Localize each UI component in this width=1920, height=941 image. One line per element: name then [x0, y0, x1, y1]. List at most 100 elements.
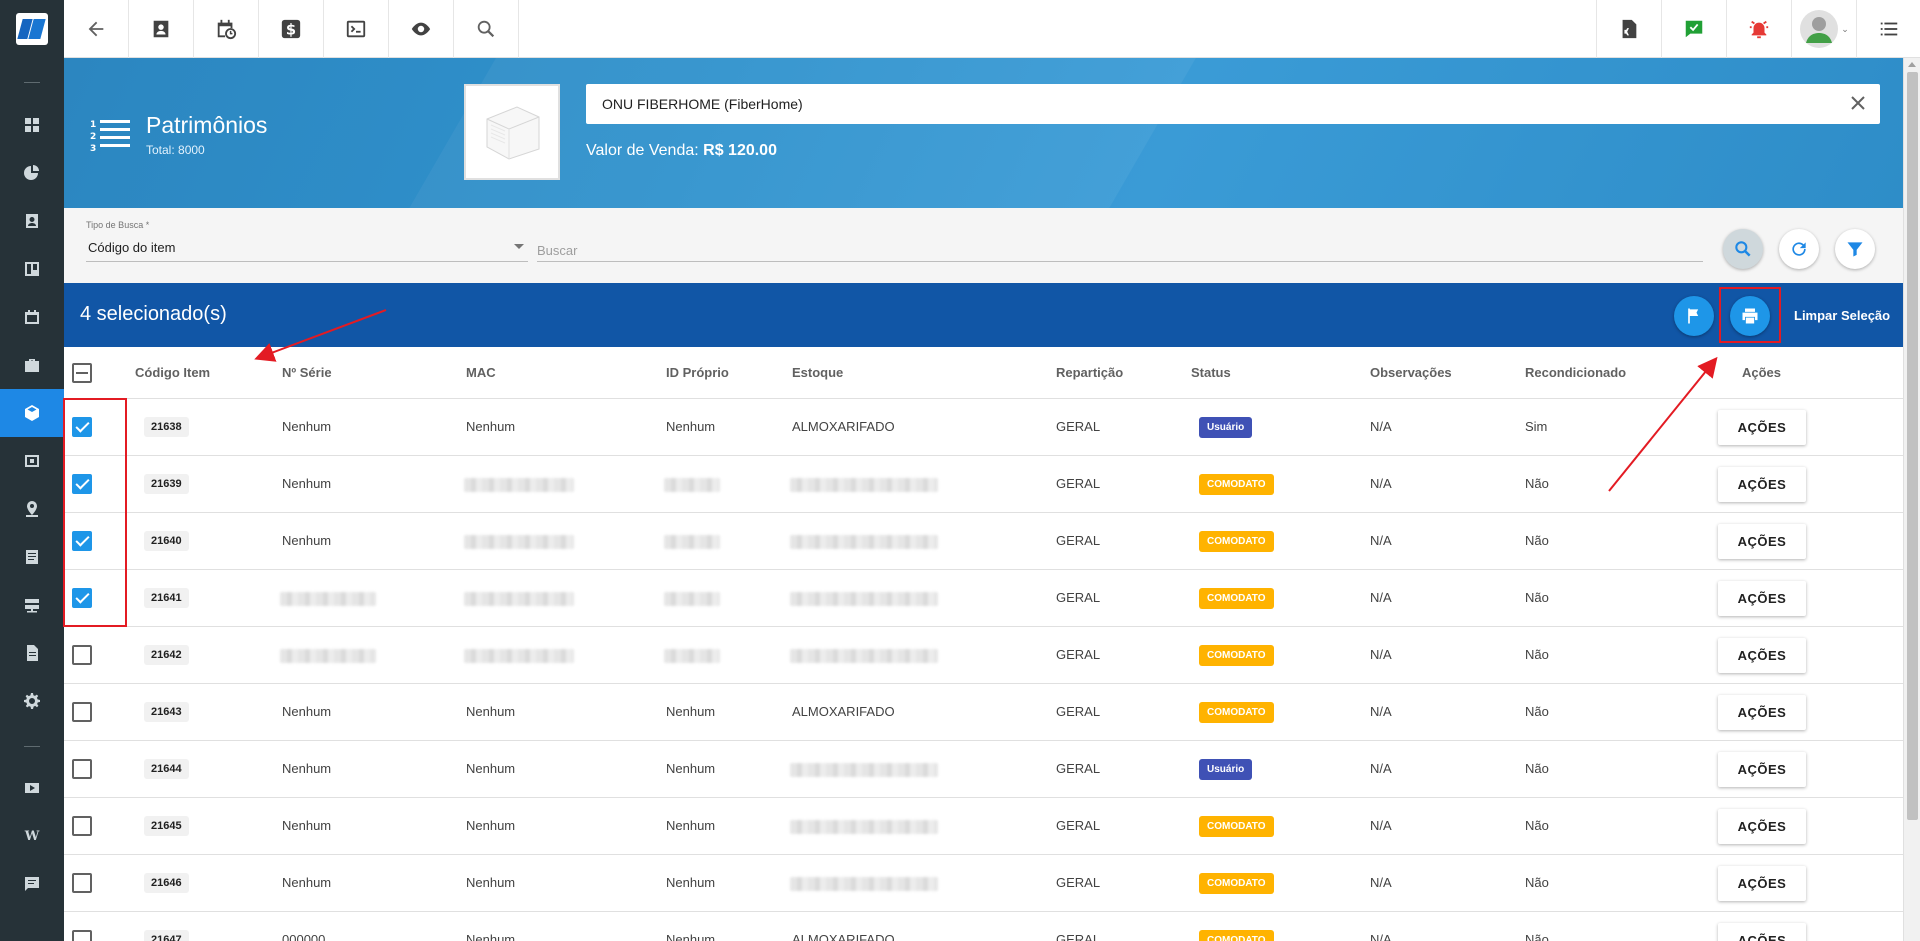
- status-badge: COMODATO: [1199, 645, 1274, 666]
- row-checkbox[interactable]: [72, 930, 92, 941]
- global-search-button[interactable]: [454, 0, 519, 58]
- refresh-button[interactable]: [1779, 229, 1819, 269]
- sidebar-item-assets[interactable]: [0, 389, 64, 437]
- column-header[interactable]: Nº Série: [282, 365, 332, 380]
- row-checkbox[interactable]: [72, 816, 92, 836]
- sidebar-item-dashboard[interactable]: [0, 101, 64, 149]
- column-header[interactable]: Recondicionado: [1525, 365, 1626, 380]
- close-icon[interactable]: [1848, 93, 1868, 113]
- table-row[interactable]: 21645 Nenhum Nenhum Nenhum GERAL N/A Não COMODA…: [64, 798, 1903, 855]
- cell-recond: Não: [1525, 818, 1549, 833]
- actions-button[interactable]: AÇÕES: [1718, 752, 1806, 787]
- actions-button[interactable]: AÇÕES: [1718, 467, 1806, 502]
- sidebar-item-chat[interactable]: [0, 860, 64, 908]
- redacted-cell: [664, 592, 720, 606]
- table-row[interactable]: 21647 000000 Nenhum Nenhum ALMOXARIFADO GERAL…: [64, 912, 1903, 941]
- column-header[interactable]: ID Próprio: [666, 365, 729, 380]
- sidebar-item-services[interactable]: [0, 341, 64, 389]
- sidebar-item-files[interactable]: [0, 629, 64, 677]
- table-row[interactable]: 21644 Nenhum Nenhum Nenhum GERAL N/A Não Usuári…: [64, 741, 1903, 798]
- tasks-button[interactable]: [1661, 0, 1726, 58]
- row-checkbox[interactable]: [72, 702, 92, 722]
- search-bar: Tipo de Busca * Código do item: [64, 208, 1903, 283]
- cell-dept: GERAL: [1056, 932, 1101, 941]
- back-button[interactable]: [64, 0, 129, 58]
- terminal-shortcut-button[interactable]: [324, 0, 389, 58]
- pdf-button[interactable]: [1596, 0, 1661, 58]
- actions-button[interactable]: AÇÕES: [1718, 410, 1806, 445]
- cell-dept: GERAL: [1056, 476, 1101, 491]
- column-header[interactable]: Repartição: [1056, 365, 1123, 380]
- actions-button[interactable]: AÇÕES: [1718, 809, 1806, 844]
- search-icon: [477, 20, 495, 38]
- actions-button[interactable]: AÇÕES: [1718, 638, 1806, 673]
- package-icon: [25, 405, 39, 421]
- menu-button[interactable]: [1856, 0, 1920, 58]
- cell-serial: Nenhum: [282, 761, 332, 776]
- sidebar-item-board[interactable]: [0, 245, 64, 293]
- cell-recond: Não: [1525, 476, 1549, 491]
- video-icon: [25, 783, 39, 793]
- user-menu[interactable]: ⌄: [1791, 0, 1856, 58]
- svg-text:1: 1: [90, 120, 96, 130]
- table-row[interactable]: 21646 Nenhum Nenhum Nenhum GERAL N/A Não COMODA…: [64, 855, 1903, 912]
- column-header[interactable]: Estoque: [792, 365, 843, 380]
- redacted-cell: [790, 820, 938, 834]
- cell-id: Nenhum: [666, 704, 716, 719]
- actions-button[interactable]: AÇÕES: [1718, 923, 1806, 941]
- column-header[interactable]: Status: [1191, 365, 1231, 380]
- column-header[interactable]: Observações: [1370, 365, 1452, 380]
- row-checkbox[interactable]: [72, 759, 92, 779]
- selected-item-field[interactable]: ONU FIBERHOME (FiberHome): [586, 84, 1880, 124]
- sidebar-item-settings[interactable]: [0, 677, 64, 725]
- page-scrollbar[interactable]: [1903, 58, 1920, 941]
- search-button[interactable]: [1723, 229, 1763, 269]
- table-row[interactable]: 21642 GERAL N/A Não COMODATO AÇÕES: [64, 627, 1903, 684]
- sidebar-item-finance[interactable]: [0, 437, 64, 485]
- table-row[interactable]: 21638 Nenhum Nenhum Nenhum ALMOXARIFADO GERAL…: [64, 399, 1903, 456]
- filter-button[interactable]: [1835, 229, 1875, 269]
- table-row[interactable]: 21639 Nenhum GERAL N/A Não COMODATO AÇÕES: [64, 456, 1903, 513]
- sidebar-item-clients[interactable]: [0, 197, 64, 245]
- status-badge: COMODATO: [1199, 531, 1274, 552]
- sidebar-item-wiki[interactable]: W: [0, 812, 64, 860]
- search-input[interactable]: [537, 240, 1703, 262]
- chevron-down-icon: ⌄: [1841, 23, 1849, 34]
- sidebar-item-reports[interactable]: [0, 149, 64, 197]
- selected-count: 4 selecionado(s): [80, 303, 227, 325]
- dollar-icon: $: [281, 19, 301, 39]
- actions-button[interactable]: AÇÕES: [1718, 866, 1806, 901]
- select-all-checkbox[interactable]: [72, 363, 92, 383]
- dropdown-arrow-icon[interactable]: [514, 244, 524, 249]
- scroll-up-icon[interactable]: [1908, 62, 1916, 67]
- sidebar-item-network[interactable]: [0, 581, 64, 629]
- search-type-select[interactable]: Código do item: [88, 240, 175, 255]
- app-logo[interactable]: [0, 0, 64, 58]
- finance-shortcut-button[interactable]: $: [259, 0, 324, 58]
- table-row[interactable]: 21643 Nenhum Nenhum Nenhum ALMOXARIFADO GERAL…: [64, 684, 1903, 741]
- clients-shortcut-button[interactable]: [129, 0, 194, 58]
- table-row[interactable]: 21640 Nenhum GERAL N/A Não COMODATO AÇÕES: [64, 513, 1903, 570]
- row-checkbox[interactable]: [72, 645, 92, 665]
- sidebar-item-schedule[interactable]: [0, 293, 64, 341]
- sidebar-item-contracts[interactable]: [0, 533, 64, 581]
- scrollbar-thumb[interactable]: [1907, 72, 1918, 820]
- refresh-icon: [1792, 242, 1806, 256]
- clear-selection-link[interactable]: Limpar Seleção: [1794, 308, 1890, 323]
- row-checkbox[interactable]: [72, 873, 92, 893]
- alerts-button[interactable]: [1726, 0, 1791, 58]
- cell-recond: Não: [1525, 647, 1549, 662]
- actions-button[interactable]: AÇÕES: [1718, 524, 1806, 559]
- actions-button[interactable]: AÇÕES: [1718, 581, 1806, 616]
- item-code-chip: 21638: [144, 417, 189, 437]
- actions-button[interactable]: AÇÕES: [1718, 695, 1806, 730]
- item-code-chip: 21640: [144, 531, 189, 551]
- view-shortcut-button[interactable]: [389, 0, 454, 58]
- table-row[interactable]: 21641 GERAL N/A Não COMODATO AÇÕES: [64, 570, 1903, 627]
- schedule-shortcut-button[interactable]: [194, 0, 259, 58]
- column-header[interactable]: MAC: [466, 365, 496, 380]
- column-header[interactable]: Código Item: [135, 365, 210, 380]
- flag-button[interactable]: [1674, 296, 1714, 336]
- sidebar-item-videos[interactable]: [0, 764, 64, 812]
- sidebar-item-maps[interactable]: [0, 485, 64, 533]
